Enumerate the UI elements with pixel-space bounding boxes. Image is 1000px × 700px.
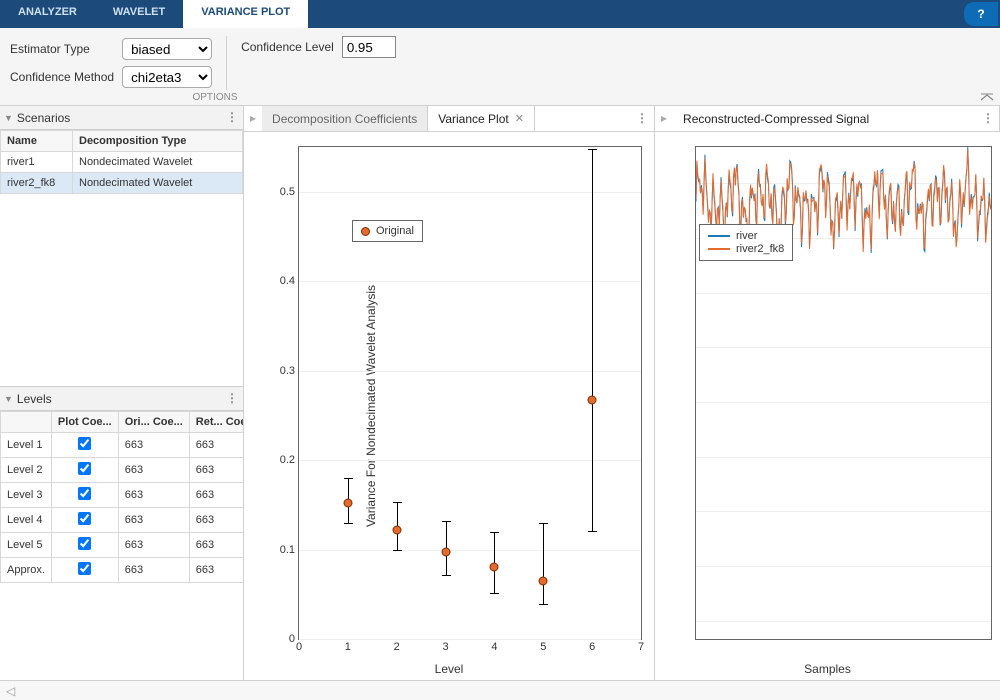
left-panel: ▼ Scenarios ⋮ Name Decomposition Type ri…: [0, 106, 244, 680]
x-axis-label: Level: [435, 662, 464, 676]
confidence-level-label: Confidence Level: [241, 40, 334, 54]
estimator-type-label: Estimator Type: [10, 42, 114, 56]
table-row[interactable]: river1Nondecimated Wavelet: [1, 152, 243, 173]
table-row[interactable]: Level 1 6636630.25 - ...: [1, 433, 244, 458]
tab-label: Reconstructed-Compressed Signal: [683, 112, 869, 126]
tab-label: Variance Plot: [438, 112, 508, 126]
statusbar: ◁: [0, 680, 1000, 700]
center-panel: ▸ Decomposition Coefficients Variance Pl…: [244, 106, 655, 680]
col-header[interactable]: Plot Coe...: [51, 412, 118, 433]
table-row[interactable]: Level 2 6636630.123 ...: [1, 458, 244, 483]
col-header[interactable]: [1, 412, 52, 433]
tab-variance-plot[interactable]: VARIANCE PLOT: [183, 0, 308, 28]
col-header[interactable]: Ret... Coe...: [189, 412, 243, 433]
doc-tabs-menu-icon[interactable]: ⋮: [636, 111, 648, 125]
plot-checkbox[interactable]: [78, 437, 91, 450]
scenarios-menu-icon[interactable]: ⋮: [225, 110, 239, 124]
plot-checkbox[interactable]: [78, 462, 91, 475]
plot-checkbox[interactable]: [78, 562, 91, 575]
col-header[interactable]: Ori... Coe...: [118, 412, 189, 433]
tab-wavelet[interactable]: WAVELET: [95, 0, 183, 28]
tab-reconstructed-signal[interactable]: Reconstructed-Compressed Signal: [673, 106, 1000, 131]
variance-legend[interactable]: Original: [352, 220, 423, 242]
estimator-type-select[interactable]: biased: [122, 38, 212, 60]
plot-checkbox[interactable]: [78, 537, 91, 550]
col-decomp-type[interactable]: Decomposition Type: [73, 131, 243, 152]
levels-header[interactable]: ▼ Levels ⋮: [0, 387, 243, 411]
table-row[interactable]: river2_fk8Nondecimated Wavelet: [1, 173, 243, 194]
tab-nav-icon[interactable]: ▸: [244, 106, 262, 131]
help-button[interactable]: ?: [964, 2, 998, 26]
right-panel: ▸ Reconstructed-Compressed Signal ⋮ Samp…: [655, 106, 1000, 680]
signal-tabs-menu-icon[interactable]: ⋮: [982, 111, 994, 125]
variance-chart[interactable]: Variance For Nondecimated Wavelet Analys…: [244, 132, 654, 680]
levels-menu-icon[interactable]: ⋮: [225, 391, 239, 405]
tab-analyzer[interactable]: ANALYZER: [0, 0, 95, 28]
table-row[interactable]: Level 5 6636630.015...: [1, 533, 244, 558]
toolstrip: ANALYZER WAVELET VARIANCE PLOT ?: [0, 0, 1000, 28]
scenarios-table: Name Decomposition Type river1Nondecimat…: [0, 130, 243, 194]
legend-swatch: [708, 248, 730, 250]
legend-marker: [361, 227, 370, 236]
col-name[interactable]: Name: [1, 131, 73, 152]
options-section: Estimator Type biased Confidence Method …: [0, 28, 1000, 106]
plot-checkbox[interactable]: [78, 512, 91, 525]
tab-nav-icon[interactable]: ▸: [655, 106, 673, 131]
confidence-level-input[interactable]: [342, 36, 396, 58]
tab-label: Decomposition Coefficients: [272, 112, 417, 126]
signal-tabs: ▸ Reconstructed-Compressed Signal ⋮: [655, 106, 1000, 132]
collapse-section-icon[interactable]: [980, 93, 994, 103]
confidence-method-label: Confidence Method: [10, 70, 114, 84]
legend-label: river2_fk8: [736, 243, 784, 255]
back-icon[interactable]: ◁: [6, 684, 15, 698]
collapse-icon: ▼: [4, 394, 13, 404]
table-row[interactable]: Approx. 6636630 - 0.0...: [1, 558, 244, 583]
legend-label: Original: [376, 225, 414, 237]
confidence-method-select[interactable]: chi2eta3: [122, 66, 212, 88]
tab-decomp-coeffs[interactable]: Decomposition Coefficients: [262, 106, 428, 131]
legend-swatch: [708, 235, 730, 237]
table-row[interactable]: Level 3 6636630.061...: [1, 483, 244, 508]
legend-label: river: [736, 230, 757, 242]
collapse-icon: ▼: [4, 113, 13, 123]
signal-legend[interactable]: river river2_fk8: [699, 224, 793, 261]
scenarios-header[interactable]: ▼ Scenarios ⋮: [0, 106, 243, 130]
close-icon[interactable]: ✕: [515, 112, 524, 125]
table-row[interactable]: Level 4 6636630.030...: [1, 508, 244, 533]
plot-checkbox[interactable]: [78, 487, 91, 500]
levels-table: Plot Coe...Ori... Coe...Ret... Coe...Fre…: [0, 411, 243, 583]
options-section-title: OPTIONS: [0, 92, 430, 103]
x-axis-label: Samples: [804, 662, 851, 676]
document-tabs: ▸ Decomposition Coefficients Variance Pl…: [244, 106, 654, 132]
tab-variance-plot-doc[interactable]: Variance Plot ✕: [428, 106, 535, 131]
scenarios-title: Scenarios: [17, 111, 70, 125]
signal-chart[interactable]: Samples -12-9-6-30369120300600 river riv…: [655, 132, 1000, 680]
levels-title: Levels: [17, 392, 52, 406]
